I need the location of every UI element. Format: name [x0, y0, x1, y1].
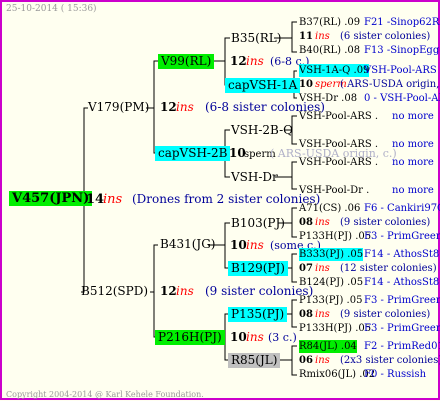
gen4-note: (6 sister colonies)	[340, 31, 431, 42]
gen4-sire-label: VSH-Pool-ARS .	[299, 111, 379, 122]
gen4-dam-label: B40(RL) .08	[299, 45, 361, 56]
gen3-c2-node[interactable]: B129(PJ)	[228, 261, 288, 276]
gen3-a1-node[interactable]: B35(RL)	[231, 32, 281, 45]
gen4-sire-label: B37(RL) .09	[299, 17, 361, 28]
gen4-count: 08	[299, 309, 313, 320]
gen4-note: (2x3 sister colonies)	[340, 355, 440, 366]
gen4-note: (9 sister colonies)	[340, 217, 431, 228]
root-count: 14	[86, 192, 105, 207]
gen3-b1-node[interactable]: VSH-2B-Q	[231, 124, 293, 137]
gen4-ins: ins	[315, 217, 330, 228]
gen4-dam-origin: F3 - PrimGreen00	[364, 231, 440, 242]
gen4-dam-label: B124(PJ) .05	[299, 277, 364, 288]
gen4-ins: ins	[315, 309, 330, 320]
gen4-count: 06	[299, 355, 313, 366]
gen4-ins: ins	[315, 263, 330, 274]
gen3-d1-count: 10	[230, 330, 247, 344]
gen4-sire-label: R84(JL) .04	[299, 340, 357, 353]
gen4-sire-origin: F6 - Cankiri97Q	[364, 203, 440, 214]
gen4-count: 11	[299, 31, 313, 42]
gen3-a1-ins: ins	[246, 54, 264, 68]
gen4-count: 10	[299, 79, 313, 90]
gen4-sire-label: VSH-Pool-ARS .	[299, 157, 379, 168]
gen4-sire-origin: F21 -Sinop62R	[364, 17, 440, 28]
gen4-dam-label: VSH-Pool-ARS .	[299, 139, 379, 150]
gen4-sire-origin: F14 - AthosSt80R	[364, 249, 440, 260]
gen4-dam-origin: F14 - AthosSt80R	[364, 277, 440, 288]
gen1-top-ins: ins	[176, 100, 194, 114]
gen3-c1-node[interactable]: B103(PJ)	[231, 217, 285, 230]
root-ins: ins	[103, 192, 123, 207]
gen4-dam-label: P133H(PJ) .05	[299, 231, 372, 242]
gen1-top-count: 12	[160, 100, 177, 114]
gen4-dam-origin: F13 -SinopEgg86R	[364, 45, 440, 56]
gen4-dam-origin: F3 - PrimGreen00	[364, 323, 440, 334]
gen2-a-node[interactable]: V99(RL)	[158, 54, 215, 69]
gen4-dam-label: VSH-Pool-Dr .	[299, 185, 370, 196]
gen4-ins: ins	[315, 355, 330, 366]
gen3-d1-node[interactable]: P135(PJ)	[228, 307, 288, 322]
gen4-sire-label: B333(PJ) .05	[299, 248, 364, 261]
gen3-d2-node[interactable]: R85(JL)	[228, 353, 281, 368]
gen4-sire-label: A71(CS) .06	[299, 203, 361, 214]
gen4-dam-label: P133H(PJ) .05	[299, 323, 372, 334]
gen3-a2-node[interactable]: capVSH-1A	[225, 78, 301, 93]
root-node[interactable]: V457(JPN)	[9, 191, 93, 206]
gen4-dam-origin: no more	[392, 139, 434, 150]
gen4-note: (9 sister colonies)	[340, 309, 431, 320]
gen4-note: (12 sister colonies)	[340, 263, 437, 274]
gen4-dam-label: VSH-Dr .08	[299, 93, 358, 104]
gen3-b2-node[interactable]: VSH-Dr	[231, 171, 278, 184]
gen4-sire-label: VSH-1A-Q .09	[299, 64, 370, 77]
gen3-c1-count: 10	[230, 238, 247, 252]
gen4-sire-origin: F2 - PrimRed01	[364, 341, 440, 352]
gen4-sire-label: P133(PJ) .05	[299, 295, 363, 306]
gen4-sire-origin: no more	[392, 111, 434, 122]
gen3-d1-ins: ins	[246, 330, 264, 344]
gen4-note: ( ARS-USDA origin, sis	[340, 79, 440, 90]
gen2-d-node[interactable]: P216H(PJ)	[155, 330, 225, 345]
gen3-a1-count: 12	[230, 54, 247, 68]
gen4-ins: ins	[315, 31, 330, 42]
gen1-bottom-node[interactable]: B512(SPD)	[81, 285, 148, 298]
gen1-top-node[interactable]: V179(PM)	[88, 101, 149, 114]
gen1-bottom-count: 12	[160, 284, 177, 298]
gen4-sire-origin: F3 - PrimGreen00	[364, 295, 440, 306]
gen4-count: 07	[299, 263, 313, 274]
gen4-count: 08	[299, 217, 313, 228]
gen3-d1-note: (3 c.)	[268, 331, 297, 344]
gen2-c-node[interactable]: B431(JG)	[160, 238, 215, 251]
gen1-bottom-note: (9 sister colonies)	[205, 284, 314, 298]
gen4-dam-origin: no more	[392, 185, 434, 196]
gen4-sire-origin: VSH-Pool-ARS	[364, 65, 437, 76]
gen2-b-node[interactable]: capVSH-2B	[155, 146, 231, 161]
header-date: 25-10-2014 ( 15:36)	[6, 4, 97, 14]
gen4-sire-origin: no more	[392, 157, 434, 168]
root-note: (Drones from 2 sister colonies)	[132, 192, 321, 206]
gen4-dam-origin: 0 - VSH-Pool-ARS	[364, 93, 440, 104]
gen1-bottom-ins: ins	[176, 284, 194, 298]
gen4-dam-origin: F0 - Russish	[364, 369, 427, 380]
gen3-c1-ins: ins	[246, 238, 264, 252]
footer-copyright: Copyright 2004-2014 @ Karl Kehele Founda…	[6, 390, 204, 399]
